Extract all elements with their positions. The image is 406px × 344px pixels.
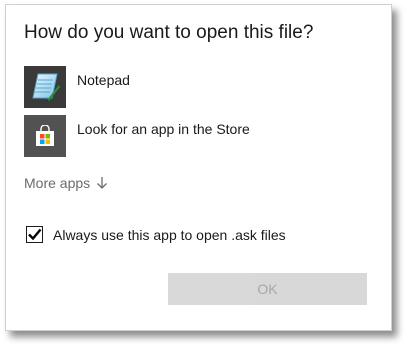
- ok-button[interactable]: OK: [168, 273, 367, 305]
- open-with-dialog: How do you want to open this file? Notep…: [5, 4, 392, 331]
- checkmark-icon: [28, 228, 42, 241]
- always-use-option[interactable]: Always use this app to open .ask files: [26, 226, 286, 243]
- always-use-label: Always use this app to open .ask files: [53, 226, 286, 243]
- dialog-title: How do you want to open this file?: [24, 22, 314, 43]
- app-option-notepad[interactable]: Notepad: [24, 66, 374, 110]
- app-option-store[interactable]: Look for an app in the Store: [24, 115, 374, 159]
- arrow-down-icon: [96, 176, 108, 190]
- more-apps-label: More apps: [24, 175, 91, 191]
- store-icon: [24, 115, 66, 157]
- app-label-store: Look for an app in the Store: [77, 121, 250, 137]
- always-use-checkbox[interactable]: [26, 226, 43, 243]
- notepad-icon: [24, 66, 66, 108]
- app-label-notepad: Notepad: [77, 72, 130, 88]
- more-apps-link[interactable]: More apps: [24, 175, 108, 191]
